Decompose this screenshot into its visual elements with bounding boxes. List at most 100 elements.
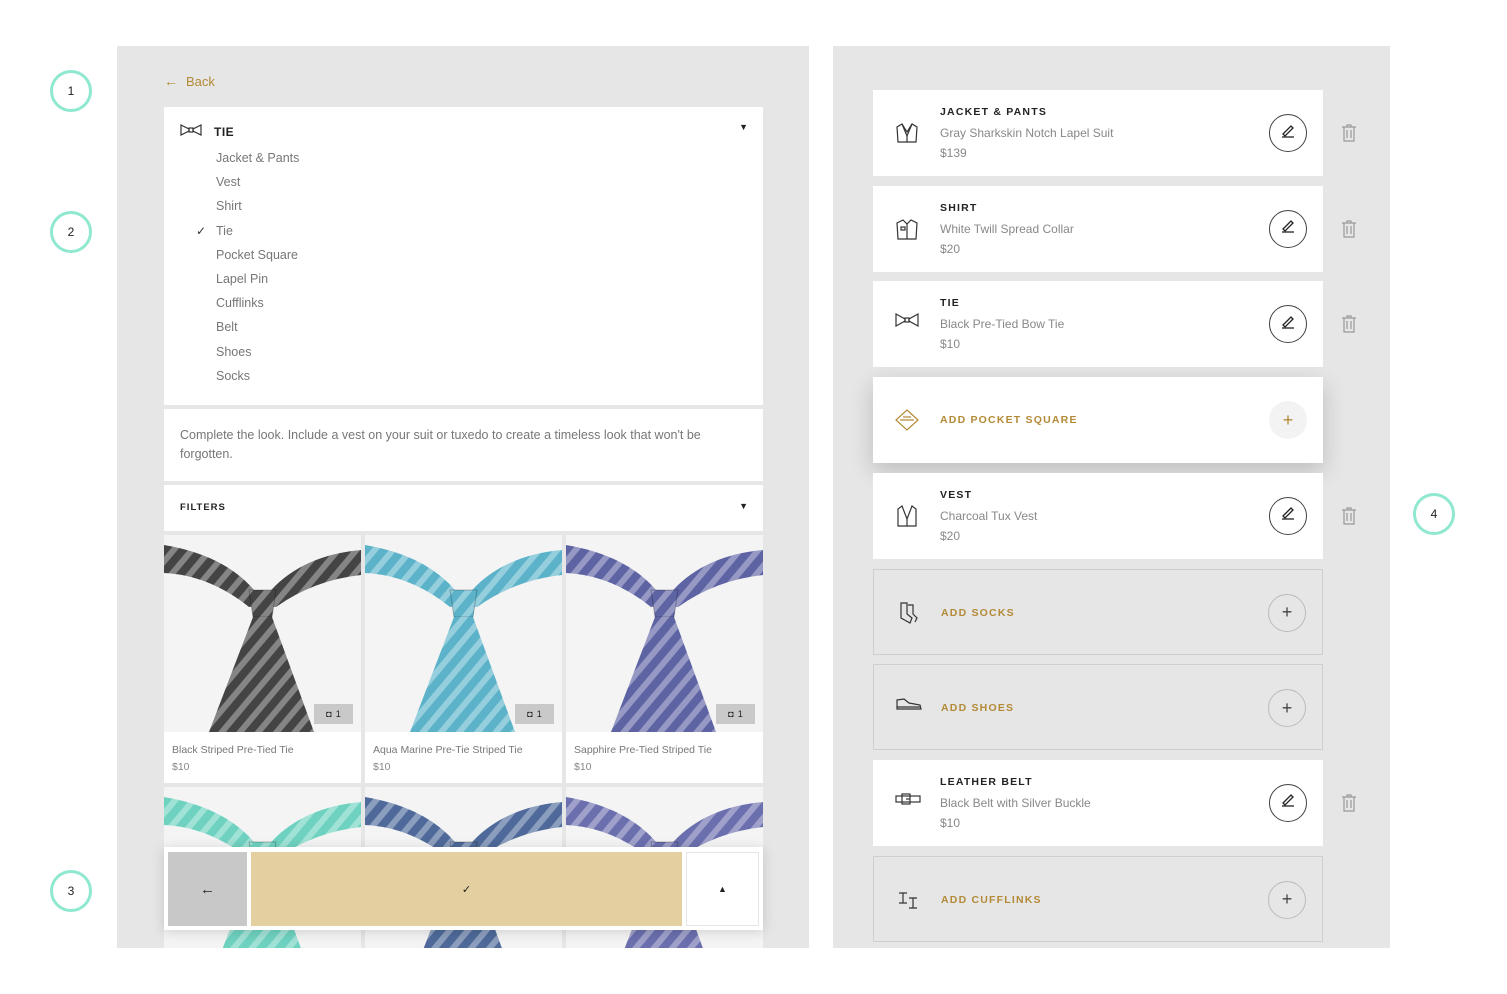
category-item[interactable]: Lapel Pin [216,268,299,292]
category-dropdown: TIE ▼ Jacket & Pants Vest Shirt ✓ Tie Pocket … [164,107,763,405]
annotation-marker-4: 4 [1413,493,1455,535]
edit-button[interactable] [1269,114,1307,152]
edit-button[interactable] [1269,305,1307,344]
plus-icon: + [1281,889,1293,910]
back-label: Back [186,73,215,89]
pencil-icon [1281,506,1295,525]
confirm-button[interactable]: ✓ [251,852,682,926]
pencil-icon [1281,124,1295,143]
item-category: TIE [940,297,960,310]
edit-button[interactable] [1269,783,1307,822]
annotation-marker-2: 2 [50,211,92,253]
photo-count: 1 [737,709,743,719]
edit-button[interactable] [1269,209,1307,248]
checkmark-icon: ✓ [461,883,472,896]
arrow-left-icon: ← [200,880,215,898]
add-item-slot[interactable]: ADD SHOES + [873,664,1323,751]
category-item[interactable]: Belt [216,316,299,340]
shirt-icon [895,218,919,240]
category-item[interactable]: Pocket Square [216,244,299,268]
bowtie-icon [895,313,919,335]
trash-icon[interactable] [1341,507,1357,525]
item-price: $10 [940,815,961,830]
plus-icon: + [1282,409,1294,430]
add-button[interactable]: + [1268,880,1306,919]
camera-icon: ◘ [728,709,734,719]
item-description: Gray Sharkskin Notch Lapel Suit [940,126,1114,140]
category-item-label: Pocket Square [216,247,298,262]
item-price: $20 [940,241,961,256]
category-item[interactable]: Shoes [216,341,299,365]
caret-up-icon: ▲ [718,884,727,894]
category-list: Jacket & Pants Vest Shirt ✓ Tie Pocket Square… [196,147,299,389]
item-category: JACKET & PANTS [940,106,1048,118]
product-selector-panel: ← Back TIE ▼ Jacket & Pants Vest Shirt ✓ Tie… [117,46,809,948]
belt-icon [895,792,921,814]
socks-icon [896,601,920,624]
photo-count-badge: ◘ 1 [716,704,755,724]
trash-icon[interactable] [1341,794,1357,812]
annotation-marker-3: 3 [50,870,92,912]
add-button[interactable]: + [1268,689,1306,728]
filters-label: FILTERS [180,502,226,513]
category-item-label: Cufflinks [216,296,264,311]
item-category: VEST [940,488,973,501]
category-item[interactable]: Cufflinks [216,292,299,316]
item-description: Charcoal Tux Vest [940,508,1038,523]
add-button[interactable]: + [1268,593,1306,632]
filters-toggle[interactable]: FILTERS ▼ [164,485,763,531]
product-name: Aqua Marine Pre-Tie Striped Tie [373,744,523,756]
annotation-marker-1: 1 [50,70,92,112]
item-description: Black Pre-Tied Bow Tie [940,317,1065,332]
add-button[interactable]: + [1269,401,1307,440]
category-item-label: Socks [216,368,251,383]
vest-icon [895,504,919,527]
item-price: $139 [940,146,967,160]
add-item-slot[interactable]: ADD CUFFLINKS + [873,855,1323,942]
plus-icon: + [1281,602,1293,622]
category-item[interactable]: Vest [216,171,299,195]
category-item[interactable]: Socks [216,365,299,389]
product-image [566,535,763,732]
item-price: $10 [940,337,961,352]
trash-icon[interactable] [1341,315,1357,333]
category-item[interactable]: Jacket & Pants [216,147,299,171]
product-price: $10 [373,761,391,773]
action-bar: ← ✓ ▲ [164,847,763,930]
product-name: Black Striped Pre-Tied Tie [172,744,294,756]
category-dropdown-header[interactable]: TIE [180,123,234,141]
cufflinks-icon [896,889,920,911]
photo-count: 1 [335,709,341,719]
trash-icon[interactable] [1341,124,1357,142]
outfit-item: LEATHER BELT Black Belt with Silver Buckl… [873,759,1323,846]
product-image [164,535,361,732]
category-item[interactable]: ✓ Tie [196,220,299,244]
item-description: White Twill Spread Collar [940,221,1074,236]
add-item-slot[interactable]: ADD SOCKS + [873,568,1323,655]
product-price: $10 [574,761,592,773]
outfit-item: VEST Charcoal Tux Vest $20 [873,472,1323,559]
category-item-label: Tie [216,223,233,238]
edit-button[interactable] [1269,496,1307,535]
category-item-label: Belt [216,320,238,335]
photo-count: 1 [536,709,542,719]
category-item-label: Shirt [216,199,242,214]
outfit-summary-panel: JACKET & PANTS Gray Sharkskin Notch Lapel… [833,46,1390,948]
previous-button[interactable]: ← [168,852,247,926]
item-category: SHIRT [940,201,978,214]
category-item[interactable]: Shirt [216,195,299,219]
back-link[interactable]: ← Back [164,73,215,89]
pencil-icon [1281,219,1295,238]
product-card[interactable]: ◘ 1 Aqua Marine Pre-Tie Striped Tie $10 [365,535,562,783]
add-item-label: ADD SHOES [941,702,1015,715]
item-price: $20 [940,528,961,543]
product-price: $10 [172,761,190,773]
item-description: Black Belt with Silver Buckle [940,795,1091,810]
product-card[interactable]: ◘ 1 Sapphire Pre-Tied Striped Tie $10 [566,535,763,783]
checkmark-icon: ✓ [196,223,207,238]
add-item-slot[interactable]: ADD POCKET SQUARE + [873,377,1323,464]
scroll-up-button[interactable]: ▲ [686,852,759,926]
caret-down-icon[interactable]: ▼ [739,122,748,132]
product-card[interactable]: ◘ 1 Black Striped Pre-Tied Tie $10 [164,535,361,783]
trash-icon[interactable] [1341,220,1357,238]
